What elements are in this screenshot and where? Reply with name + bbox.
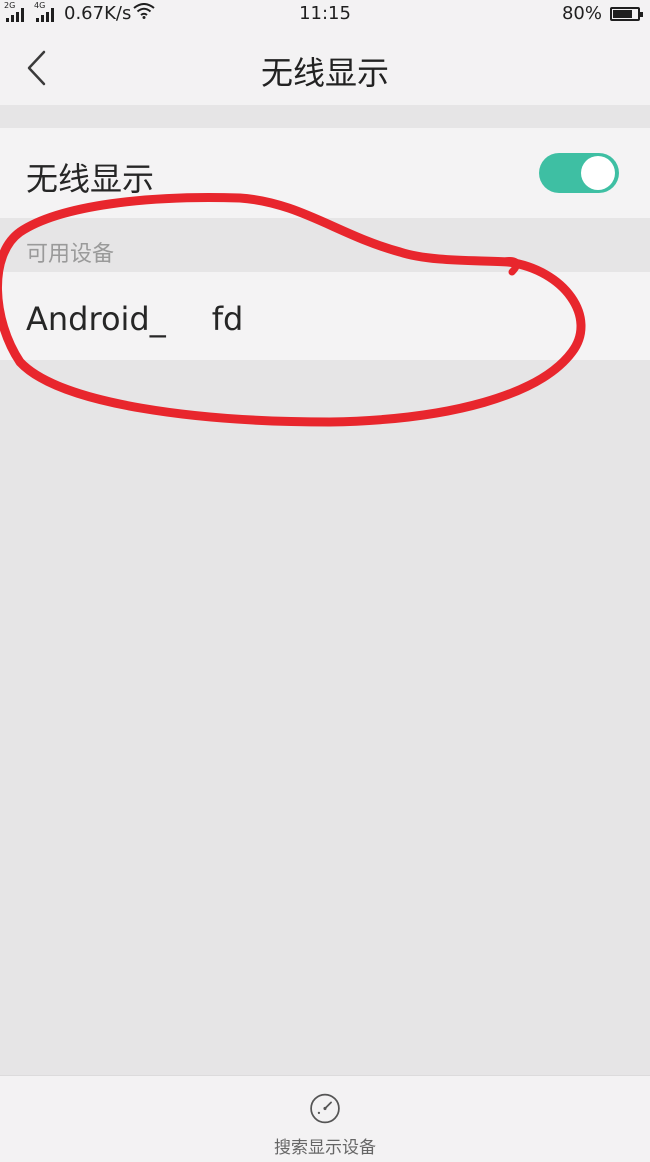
wireless-display-row[interactable]: 无线显示 bbox=[0, 128, 650, 218]
device-name-start: Android_ bbox=[26, 300, 166, 338]
toggle-knob bbox=[581, 156, 615, 190]
search-display-devices-label: 搜索显示设备 bbox=[274, 1138, 376, 1158]
device-name-redaction bbox=[166, 300, 212, 338]
battery-icon bbox=[610, 6, 643, 21]
search-scan-icon bbox=[310, 1093, 340, 1124]
page-title: 无线显示 bbox=[260, 54, 389, 92]
battery-fill bbox=[613, 9, 632, 18]
battery-nub bbox=[640, 11, 643, 17]
wireless-display-label: 无线显示 bbox=[26, 160, 155, 198]
bottom-action-bar: 搜索显示设备 bbox=[0, 1075, 650, 1162]
status-bar: 2G 4G 0.67K/s 11:15 80% bbox=[0, 0, 650, 30]
nav-bar: 无线显示 bbox=[0, 30, 650, 105]
search-display-devices-button[interactable]: 搜索显示设备 bbox=[250, 1092, 400, 1158]
device-list-item[interactable]: Android_ fd bbox=[0, 272, 650, 360]
battery-percentage: 80% bbox=[561, 3, 602, 24]
wireless-display-toggle[interactable] bbox=[539, 153, 619, 193]
status-right: 80% bbox=[561, 3, 643, 24]
device-name-end: fd bbox=[211, 300, 244, 338]
device-name: Android_ fd bbox=[26, 300, 243, 338]
status-time: 11:15 bbox=[299, 3, 351, 24]
available-devices-header: 可用设备 bbox=[26, 242, 115, 267]
